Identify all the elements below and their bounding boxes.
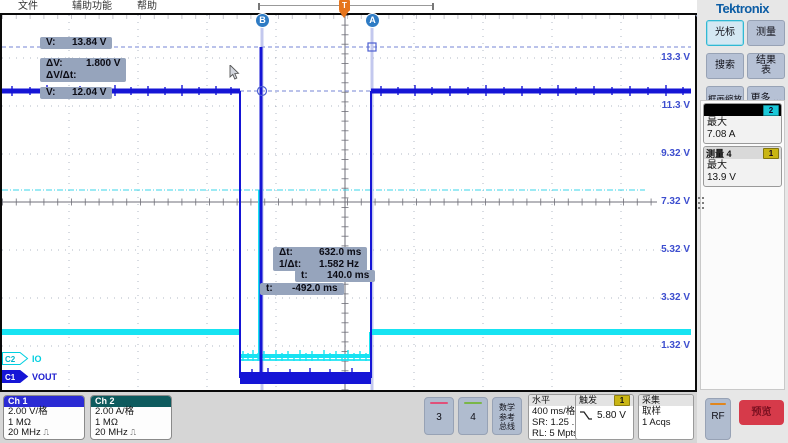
trigger-source-badge: 1: [614, 395, 630, 406]
scale-label: 3.32 V: [640, 292, 690, 304]
menu-help[interactable]: 帮助: [137, 0, 157, 13]
measurement-stat-name: 最大: [707, 160, 778, 172]
trigger-panel[interactable]: 触发 1 5.80 V: [575, 394, 634, 440]
scale-label: 11.3 V: [640, 100, 690, 112]
menu-utility[interactable]: 辅助功能: [72, 0, 112, 13]
svg-text:C2: C2: [5, 355, 16, 364]
rf-color-bar: [710, 403, 726, 405]
falling-edge-icon: [579, 410, 593, 421]
channel-3-color-bar: [430, 402, 448, 404]
scale-label: 13.3 V: [640, 52, 690, 64]
scale-label: 5.32 V: [640, 244, 690, 256]
measurement-panel-selected[interactable]: 2 最大 7.08 A: [703, 103, 782, 144]
channel-2-badge[interactable]: Ch 2 2.00 A/格 1 MΩ 20 MHz ⎍: [90, 395, 172, 440]
source-badge-ch1: 1: [763, 148, 779, 159]
measurement-panel-4[interactable]: 测量 4 1 最大 13.9 V: [703, 146, 782, 187]
channel-1-badge[interactable]: Ch 1 2.00 V/格 1 MΩ 20 MHz ⎍: [3, 395, 85, 440]
channel-4-button[interactable]: 4: [458, 397, 488, 435]
bottom-settings-bar: Ch 1 2.00 V/格 1 MΩ 20 MHz ⎍ Ch 2 2.00 A/…: [0, 392, 697, 443]
math-ref-bus-button[interactable]: 数学 参考 总线: [492, 397, 522, 435]
cursor-readout-dv: ΔV:1.800 V ΔV/Δt:: [40, 58, 126, 82]
waveform-display[interactable]: B A V:13.84 V ΔV:1.800 V ΔV/Δt: V:12.04 …: [0, 13, 697, 392]
preview-button[interactable]: 预览: [739, 400, 784, 425]
cursor-readout-t-a: t:140.0 ms: [295, 270, 375, 282]
trigger-position-arrow-icon: [339, 11, 349, 18]
bandwidth-limit-icon: ⎍: [130, 428, 136, 437]
cursor-readout-t-b: t:-492.0 ms: [260, 283, 344, 295]
measurement-value: 13.9 V: [707, 172, 778, 184]
cursor-readout-dt: Δt:632.0 ms 1/Δt:1.582 Hz: [273, 247, 367, 271]
channel-1-label: VOUT: [32, 372, 57, 382]
acquisition-panel[interactable]: 采集 取样 1 Acqs: [638, 394, 694, 440]
tektronix-logo: Tektronix: [697, 1, 788, 16]
sidebar-button-results-table[interactable]: 结果表: [747, 53, 785, 79]
sidebar-button-search[interactable]: 搜索: [706, 53, 744, 79]
sidebar-button-measure[interactable]: 测量: [747, 20, 785, 46]
cursor-readout-v-top: V:13.84 V: [40, 37, 112, 49]
results-strip: 2 最大 7.08 A 测量 4 1 最大 13.9 V: [700, 100, 785, 390]
menu-file[interactable]: 文件: [18, 0, 38, 13]
panel-drag-handle[interactable]: [697, 197, 705, 221]
scale-label: 7.32 V: [640, 196, 690, 208]
trigger-position-marker[interactable]: T: [339, 0, 350, 11]
source-badge-ch2: 2: [763, 105, 779, 116]
measurement-stat-name: 最大: [707, 117, 778, 129]
channel-3-button[interactable]: 3: [424, 397, 454, 435]
channel-2-label: IO: [32, 354, 42, 364]
bandwidth-limit-icon: ⎍: [43, 428, 49, 437]
channel-4-color-bar: [464, 402, 482, 404]
sidebar-button-cursors[interactable]: 光标: [706, 20, 744, 46]
cursor-a-handle[interactable]: A: [365, 13, 380, 28]
rf-button[interactable]: RF: [705, 398, 731, 440]
cursor-readout-v-mid: V:12.04 V: [40, 87, 112, 99]
cursor-b-handle[interactable]: B: [255, 13, 270, 28]
scale-label: 1.32 V: [640, 340, 690, 352]
scale-label: 9.32 V: [640, 148, 690, 160]
right-sidebar: Tektronix 光标 测量 搜索 结果表 框画缩放 更多 ... 2 最大 …: [697, 0, 788, 443]
svg-text:C1: C1: [5, 373, 16, 382]
measurement-value: 7.08 A: [707, 129, 778, 141]
